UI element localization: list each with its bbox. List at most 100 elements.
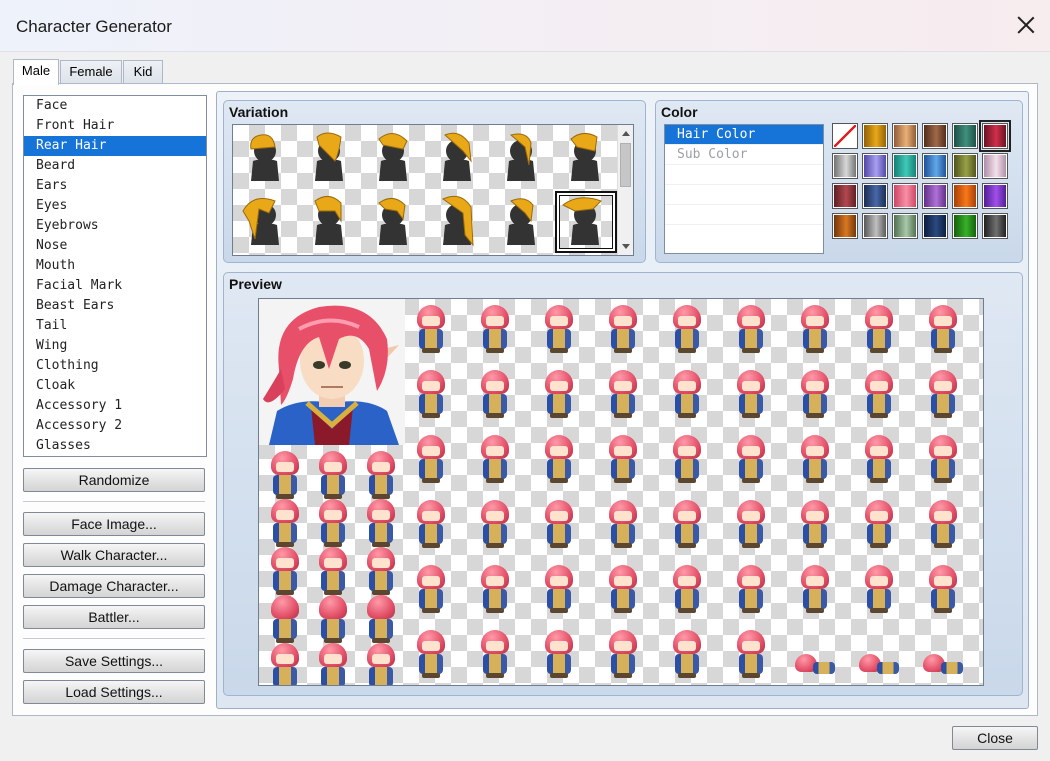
battler-sprite	[921, 303, 965, 355]
color-swatch-gray[interactable]	[862, 213, 888, 239]
close-button[interactable]: Close	[952, 726, 1038, 750]
part-item[interactable]: Beard	[24, 156, 206, 176]
damage-character-button[interactable]: Damage Character...	[23, 574, 205, 598]
color-swatch-violet[interactable]	[982, 183, 1008, 209]
variation-option[interactable]	[491, 191, 553, 253]
variation-scrollbar[interactable]	[617, 125, 633, 255]
part-item[interactable]: Clothing	[24, 356, 206, 376]
variation-group: Variation	[223, 100, 646, 263]
variation-title: Variation	[229, 104, 289, 120]
battler-button[interactable]: Battler...	[23, 605, 205, 629]
part-item[interactable]: Facial Mark	[24, 276, 206, 296]
color-swatch-purple[interactable]	[922, 183, 948, 209]
color-swatch-pale-pink[interactable]	[982, 153, 1008, 179]
part-item[interactable]: Mouth	[24, 256, 206, 276]
tab-female[interactable]: Female	[60, 60, 122, 84]
color-swatch-teal[interactable]	[952, 123, 978, 149]
battler-sprite	[857, 498, 901, 550]
part-item[interactable]: Nose	[24, 236, 206, 256]
color-item-sub[interactable]: Sub Color	[665, 145, 823, 165]
battler-sprite	[857, 303, 901, 355]
battler-sprite	[793, 303, 837, 355]
load-settings-button[interactable]: Load Settings...	[23, 680, 205, 704]
color-swatch-crimson[interactable]	[979, 120, 1011, 152]
variation-option[interactable]	[235, 191, 297, 253]
part-item[interactable]: Accessory 2	[24, 416, 206, 436]
walk-sprite	[311, 545, 355, 597]
save-settings-button[interactable]: Save Settings...	[23, 649, 205, 673]
randomize-button[interactable]: Randomize	[23, 468, 205, 492]
variation-option[interactable]	[363, 191, 425, 253]
variation-option[interactable]	[427, 191, 489, 253]
battler-sprite	[729, 433, 773, 485]
battler-sprite	[601, 628, 645, 680]
color-swatch-navy[interactable]	[862, 183, 888, 209]
editor-frame: Variation Color Hair Color Sub Color Pre…	[216, 91, 1029, 709]
color-item-empty	[665, 205, 823, 225]
color-swatch-green[interactable]	[952, 213, 978, 239]
scroll-up-icon[interactable]	[622, 131, 630, 136]
color-swatch-sage[interactable]	[892, 213, 918, 239]
battler-sprite	[409, 563, 453, 615]
battler-sprite	[473, 303, 517, 355]
variation-option[interactable]	[299, 127, 361, 189]
walk-sprite	[263, 545, 307, 597]
part-item[interactable]: Cloak	[24, 376, 206, 396]
scroll-thumb[interactable]	[620, 143, 631, 187]
face-image-button[interactable]: Face Image...	[23, 512, 205, 536]
battler-sprite	[921, 628, 965, 680]
color-swatch-olive[interactable]	[952, 153, 978, 179]
color-swatch-sky[interactable]	[922, 153, 948, 179]
variation-option[interactable]	[427, 127, 489, 189]
scroll-down-icon[interactable]	[622, 244, 630, 249]
color-swatch-aqua[interactable]	[892, 153, 918, 179]
color-swatch-orange[interactable]	[952, 183, 978, 209]
part-item[interactable]: Ears	[24, 176, 206, 196]
preview-canvas	[258, 298, 984, 686]
variation-option[interactable]	[363, 127, 425, 189]
color-swatch-silver[interactable]	[832, 153, 858, 179]
color-swatch-lavender[interactable]	[862, 153, 888, 179]
part-item[interactable]: Accessory 1	[24, 396, 206, 416]
part-item[interactable]: Eyebrows	[24, 216, 206, 236]
part-item[interactable]: Beast Ears	[24, 296, 206, 316]
color-swatch-charcoal[interactable]	[982, 213, 1008, 239]
battler-sprite	[665, 433, 709, 485]
color-swatch-gold[interactable]	[862, 123, 888, 149]
tab-kid[interactable]: Kid	[123, 60, 163, 84]
part-item[interactable]: Tail	[24, 316, 206, 336]
variation-option[interactable]	[555, 191, 617, 253]
variation-option[interactable]	[235, 127, 297, 189]
color-swatch-copper[interactable]	[832, 213, 858, 239]
variation-option[interactable]	[299, 191, 361, 253]
close-window-icon[interactable]	[1016, 15, 1036, 35]
color-swatch-none[interactable]	[832, 123, 858, 149]
battler-sprite	[409, 303, 453, 355]
walk-sprite	[263, 449, 307, 501]
part-list[interactable]: Face Front Hair Rear Hair Beard Ears Eyes Eyeb…	[23, 95, 207, 457]
color-item-hair[interactable]: Hair Color	[665, 125, 823, 145]
part-item[interactable]: Face	[24, 96, 206, 116]
part-item[interactable]: Wing	[24, 336, 206, 356]
part-item[interactable]: Glasses	[24, 436, 206, 456]
color-swatch-midnight[interactable]	[922, 213, 948, 239]
walk-sprite	[263, 641, 307, 685]
walk-sprite	[263, 497, 307, 549]
part-item[interactable]: Eyes	[24, 196, 206, 216]
variation-option[interactable]	[555, 127, 617, 189]
walk-sprite	[359, 593, 403, 645]
battler-sprite	[409, 628, 453, 680]
variation-grid[interactable]	[232, 124, 634, 256]
color-swatch-wine[interactable]	[832, 183, 858, 209]
tab-male[interactable]: Male	[13, 59, 59, 85]
color-swatch-tan[interactable]	[892, 123, 918, 149]
color-target-list[interactable]: Hair Color Sub Color	[664, 124, 824, 254]
color-swatch-brown[interactable]	[922, 123, 948, 149]
battler-sprite	[409, 368, 453, 420]
part-item[interactable]: Rear Hair	[24, 136, 206, 156]
variation-option[interactable]	[491, 127, 553, 189]
color-swatch-pink[interactable]	[892, 183, 918, 209]
battler-sprite	[729, 303, 773, 355]
part-item[interactable]: Front Hair	[24, 116, 206, 136]
walk-character-button[interactable]: Walk Character...	[23, 543, 205, 567]
